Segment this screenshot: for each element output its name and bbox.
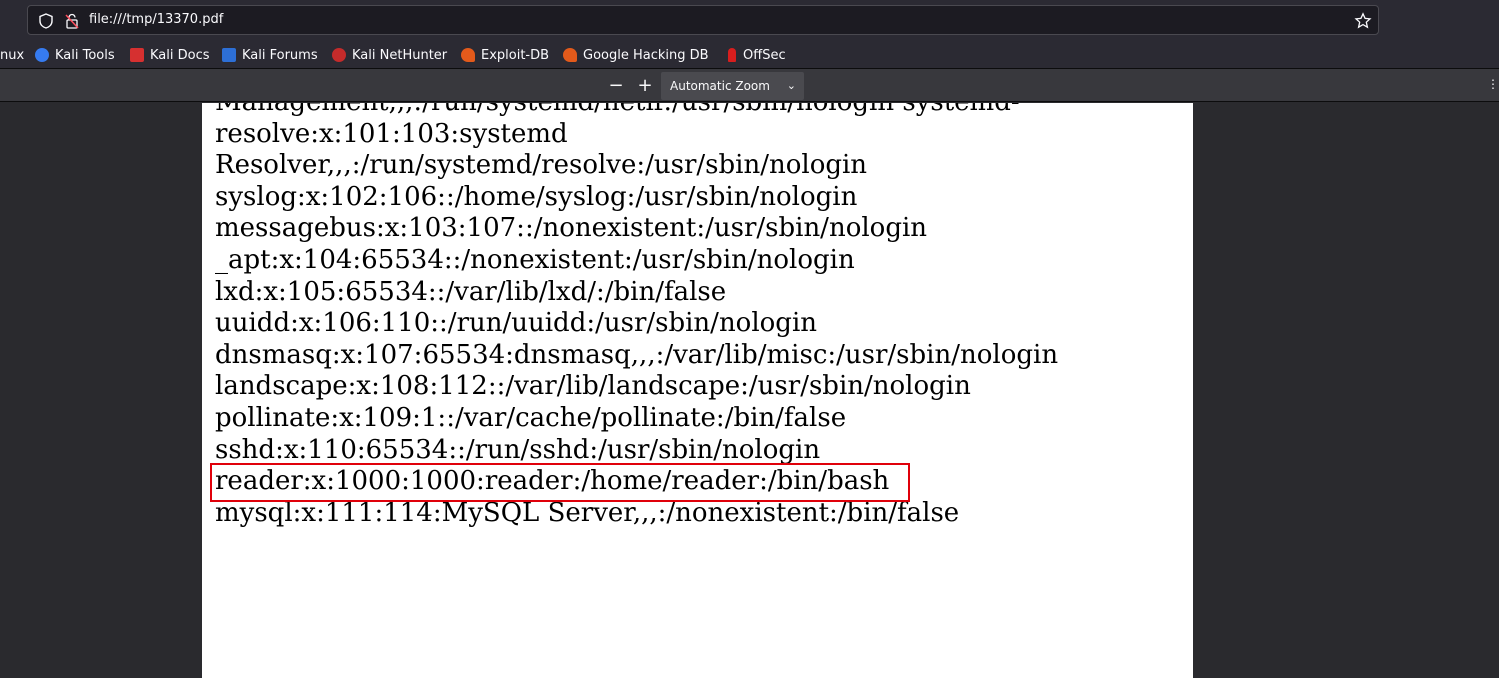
pdf-page: Management,,,:/run/systemd/netif:/usr/sb… [202, 103, 1193, 678]
kali-docs-icon [130, 48, 144, 62]
browser-url-row: file:///tmp/13370.pdf [0, 0, 1499, 40]
ghdb-icon [563, 48, 577, 62]
bookmark-offsec[interactable]: OffSec [725, 45, 786, 65]
bookmark-kali-tools[interactable]: Kali Tools [35, 45, 115, 65]
zoom-select[interactable]: Automatic Zoom ⌄ [661, 72, 804, 100]
exploit-db-icon [461, 48, 475, 62]
text-line: sshd:x:110:65534::/run/sshd:/usr/sbin/no… [215, 434, 821, 465]
url-text[interactable]: file:///tmp/13370.pdf [89, 12, 223, 27]
bookmark-label: Google Hacking DB [583, 47, 709, 63]
toolbar-overflow-edge[interactable]: ⋮ [1487, 77, 1499, 91]
bookmark-label: Kali Tools [55, 47, 115, 63]
bookmark-label: Kali Forums [242, 47, 318, 63]
text-line: resolve:x:101:103:systemd [215, 118, 568, 149]
text-line: Resolver,,,:/run/systemd/resolve:/usr/sb… [215, 150, 868, 181]
bookmark-label: Kali NetHunter [352, 47, 448, 63]
bookmark-kali-forums[interactable]: Kali Forums [222, 45, 318, 65]
text-line: uuidd:x:106:110::/run/uuidd:/usr/sbin/no… [215, 308, 818, 339]
bookmark-label: OffSec [743, 47, 786, 63]
zoom-out-button[interactable]: − [603, 73, 629, 99]
bookmark-star-icon[interactable] [1354, 12, 1372, 30]
bookmark-label: Kali Docs [150, 47, 210, 63]
chevron-down-icon: ⌄ [786, 79, 796, 92]
bookmark-kali-docs[interactable]: Kali Docs [130, 45, 210, 65]
bookmark-google-hacking-db[interactable]: Google Hacking DB [563, 45, 709, 65]
address-bar[interactable]: file:///tmp/13370.pdf [27, 5, 1379, 35]
bookmark-exploit-db[interactable]: Exploit-DB [461, 45, 549, 65]
text-line: syslog:x:102:106::/home/syslog:/usr/sbin… [215, 181, 858, 212]
text-line: landscape:x:108:112::/var/lib/landscape:… [215, 371, 971, 402]
text-line: mysql:x:111:114:MySQL Server,,,:/nonexis… [215, 497, 960, 528]
text-line: messagebus:x:103:107::/nonexistent:/usr/… [215, 213, 928, 244]
text-line: Management,,,:/run/systemd/netif:/usr/sb… [215, 103, 1058, 119]
kali-nethunter-icon [332, 48, 346, 62]
text-line: pollinate:x:109:1::/var/cache/pollinate:… [215, 402, 847, 433]
zoom-in-button[interactable]: + [632, 73, 658, 99]
offsec-icon [728, 48, 736, 62]
shield-icon[interactable] [37, 12, 55, 30]
kali-tools-icon [35, 48, 49, 62]
kali-forums-icon [222, 48, 236, 62]
bookmark-kali-linux[interactable]: nux [0, 45, 24, 65]
bookmark-label: Exploit-DB [481, 47, 550, 63]
bookmark-label: nux [0, 47, 25, 63]
zoom-value: Automatic Zoom [670, 79, 770, 93]
text-line: _apt:x:104:65534::/nonexistent:/usr/sbin… [215, 244, 855, 275]
text-line: dnsmasq:x:107:65534:dnsmasq,,,:/var/lib/… [215, 339, 1059, 370]
highlight-box [210, 463, 910, 502]
pdf-toolbar: − + Automatic Zoom ⌄ ⋮ [0, 69, 1499, 102]
bookmark-kali-nethunter[interactable]: Kali NetHunter [332, 45, 447, 65]
page-info-icon[interactable] [63, 12, 81, 30]
bookmarks-toolbar: nux Kali Tools Kali Docs Kali Forums Kal… [0, 40, 1499, 69]
pdf-viewer[interactable]: Management,,,:/run/systemd/netif:/usr/sb… [0, 103, 1499, 678]
text-line: lxd:x:105:65534::/var/lib/lxd/:/bin/fals… [215, 276, 727, 307]
